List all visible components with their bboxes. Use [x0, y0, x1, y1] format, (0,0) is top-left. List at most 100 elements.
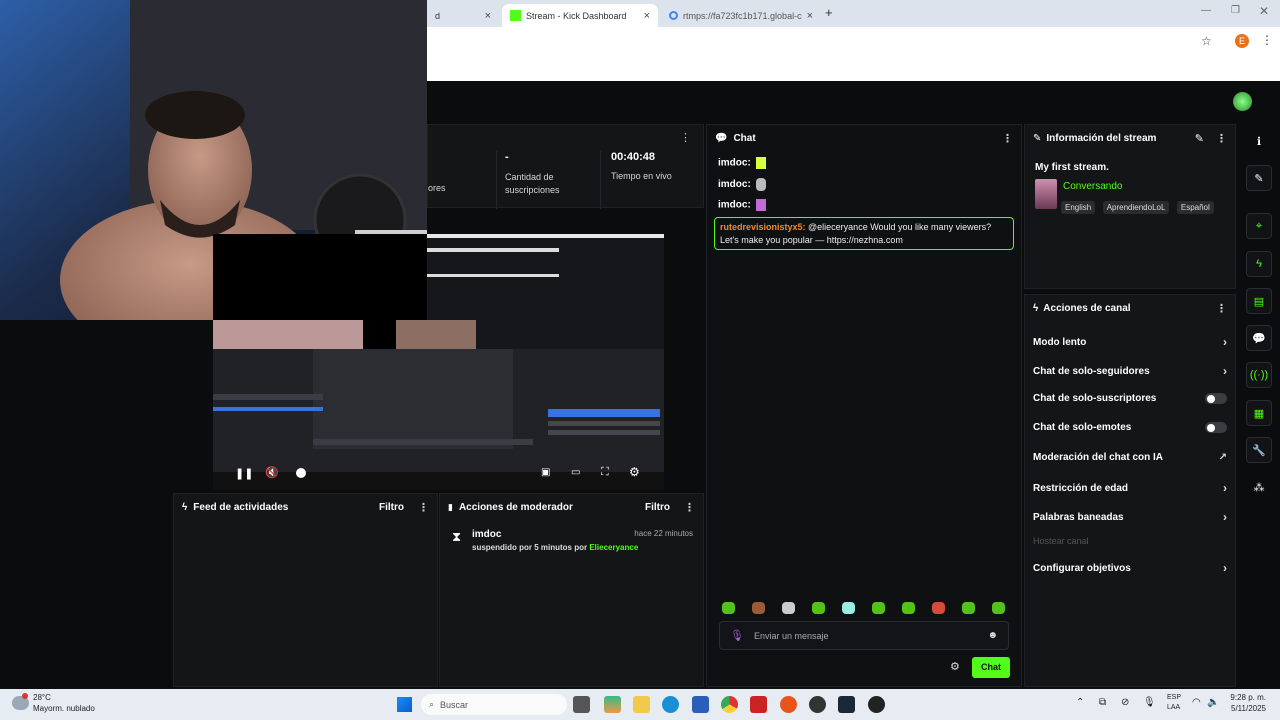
mute-icon[interactable]: 🔇	[265, 466, 279, 479]
chat-send-button[interactable]: Chat	[972, 657, 1010, 678]
layout-icon[interactable]: ▦	[1246, 400, 1272, 426]
emote-icon[interactable]	[752, 602, 765, 614]
bolt-icon[interactable]: ϟ	[1246, 251, 1272, 277]
mic-tray-icon[interactable]: 🎙	[1143, 697, 1156, 708]
task-view-icon[interactable]	[573, 696, 590, 713]
close-tab-icon[interactable]: ×	[644, 10, 650, 22]
file-explorer-icon[interactable]	[633, 696, 650, 713]
store-icon[interactable]	[692, 696, 709, 713]
chat-username[interactable]: rutedrevisionistyx5:	[720, 222, 806, 232]
info-icon[interactable]: ℹ	[1246, 128, 1272, 154]
steam-icon[interactable]	[838, 696, 855, 713]
activity-menu-icon[interactable]: ⋮	[418, 501, 429, 514]
tray-chevron-icon[interactable]: ⌃	[1076, 697, 1084, 708]
language-indicator[interactable]: ESP	[1167, 694, 1181, 701]
close-window-icon[interactable]: ✕	[1259, 4, 1269, 18]
stats-panel: ⋮ ores - Cantidad de suscripciones 00:40…	[427, 124, 704, 209]
wrench-icon[interactable]: 🔧	[1246, 437, 1272, 463]
close-tab-icon[interactable]: ×	[485, 10, 491, 22]
external-link-icon: ↗	[1218, 452, 1227, 463]
microphone-icon[interactable]: 🎙	[730, 629, 744, 642]
chat-input[interactable]: 🎙 Enviar un mensaje ☻	[719, 621, 1009, 650]
edit-icon[interactable]: ✎	[1246, 165, 1272, 191]
stats-menu-icon[interactable]: ⋮	[680, 131, 691, 144]
mod-filter-button[interactable]: Filtro	[645, 502, 670, 513]
subscribers-only-toggle[interactable]	[1205, 393, 1227, 404]
mod-menu-icon[interactable]: ⋮	[684, 501, 695, 514]
activity-filter-button[interactable]: Filtro	[379, 502, 404, 513]
new-tab-button[interactable]: +	[825, 5, 833, 20]
pause-icon[interactable]: ❚❚	[235, 467, 253, 480]
wifi-icon[interactable]: ◠	[1192, 697, 1201, 708]
category-thumbnail	[1035, 179, 1057, 209]
volume-slider[interactable]	[296, 468, 306, 478]
emote-icon[interactable]	[992, 602, 1005, 614]
broadcast-icon[interactable]: ((·))	[1246, 362, 1272, 388]
emote-icon[interactable]	[932, 602, 945, 614]
chat-message: imdoc:	[718, 157, 766, 169]
tray-icon[interactable]: ⧉	[1099, 697, 1106, 708]
taskbar-search[interactable]: ⌕ Buscar	[421, 694, 567, 715]
emote-icon[interactable]	[962, 602, 975, 614]
profile-avatar[interactable]: E	[1235, 34, 1249, 48]
browser-tab[interactable]: rtmps://fa723fc1b171.global-c ×	[661, 4, 821, 27]
settings-gear-icon[interactable]: ⚙	[629, 465, 640, 479]
emotes-only-toggle[interactable]	[1205, 422, 1227, 433]
user-avatar[interactable]	[1233, 92, 1252, 111]
stream-preview[interactable]: ❚❚ 🔇 ▣ ▭ ⛶ ⚙	[213, 234, 664, 490]
emote-icon[interactable]	[872, 602, 885, 614]
chat-menu-icon[interactable]: ⋮	[1002, 132, 1013, 145]
volume-icon[interactable]: 🔈	[1207, 697, 1219, 708]
copilot-icon[interactable]	[604, 696, 621, 713]
emote-icon[interactable]	[812, 602, 825, 614]
chatgpt-icon[interactable]	[809, 696, 826, 713]
target-icon[interactable]: ⌖	[1246, 213, 1272, 239]
close-tab-icon[interactable]: ×	[807, 10, 813, 22]
emote-icon[interactable]	[782, 602, 795, 614]
ai-moderation-row[interactable]: Moderación del chat con IA ↗	[1033, 452, 1227, 463]
windows-start-icon[interactable]	[397, 697, 412, 712]
channel-actions-menu-icon[interactable]: ⋮	[1216, 302, 1227, 315]
followers-only-row[interactable]: Chat de solo-seguidores ›	[1033, 364, 1227, 378]
configure-goals-row[interactable]: Configurar objetivos ›	[1033, 561, 1227, 575]
chat-username[interactable]: imdoc:	[718, 200, 751, 211]
theater-icon[interactable]: ▭	[571, 467, 580, 478]
fullscreen-icon[interactable]: ⛶	[601, 466, 609, 479]
emote-icon[interactable]	[722, 602, 735, 614]
stream-category[interactable]: Conversando	[1063, 181, 1122, 192]
chat-username[interactable]: imdoc:	[718, 158, 751, 169]
browser-tab-kick[interactable]: Stream - Kick Dashboard ×	[502, 4, 658, 27]
acrobat-icon[interactable]	[750, 696, 767, 713]
maximize-icon[interactable]: ❐	[1231, 5, 1240, 16]
banned-words-row[interactable]: Palabras baneadas ›	[1033, 510, 1227, 524]
bolt-icon: ϟ	[1033, 302, 1039, 314]
emoji-icon[interactable]: ☻	[987, 630, 998, 641]
edge-icon[interactable]	[662, 696, 679, 713]
bookmark-star-icon[interactable]: ☆	[1201, 34, 1212, 48]
clock-time[interactable]: 9:28 p. m.	[1230, 693, 1266, 702]
stream-info-menu-icon[interactable]: ⋮	[1216, 132, 1227, 145]
document-icon[interactable]: ▤	[1246, 288, 1272, 314]
chrome-icon[interactable]	[721, 696, 738, 713]
obs-icon[interactable]	[868, 696, 885, 713]
emote-icon[interactable]	[902, 602, 915, 614]
subs-label: Cantidad de suscripciones	[505, 172, 560, 195]
slow-mode-row[interactable]: Modo lento ›	[1033, 335, 1227, 349]
clock-date[interactable]: 5/11/2025	[1231, 704, 1266, 713]
mod-entry-moderator[interactable]: Elieceryance	[589, 543, 638, 552]
app-icon[interactable]	[780, 696, 797, 713]
browser-tab[interactable]: d ×	[427, 4, 499, 27]
chat-icon[interactable]: 💬	[1246, 325, 1272, 351]
pip-icon[interactable]: ▣	[541, 467, 550, 478]
apps-icon[interactable]: ⁂	[1246, 474, 1272, 500]
chat-settings-icon[interactable]: ⚙	[950, 660, 960, 673]
tag: English	[1061, 201, 1096, 214]
edit-icon[interactable]: ✎	[1195, 132, 1204, 145]
tray-icon[interactable]: ⊘	[1121, 697, 1129, 708]
mod-entry-user[interactable]: imdoc	[472, 529, 501, 540]
age-restriction-row[interactable]: Restricción de edad ›	[1033, 481, 1227, 495]
browser-menu-icon[interactable]: ⋮	[1261, 33, 1273, 47]
chat-username[interactable]: imdoc:	[718, 179, 751, 190]
emote-icon[interactable]	[842, 602, 855, 614]
minimize-icon[interactable]: —	[1201, 5, 1211, 16]
